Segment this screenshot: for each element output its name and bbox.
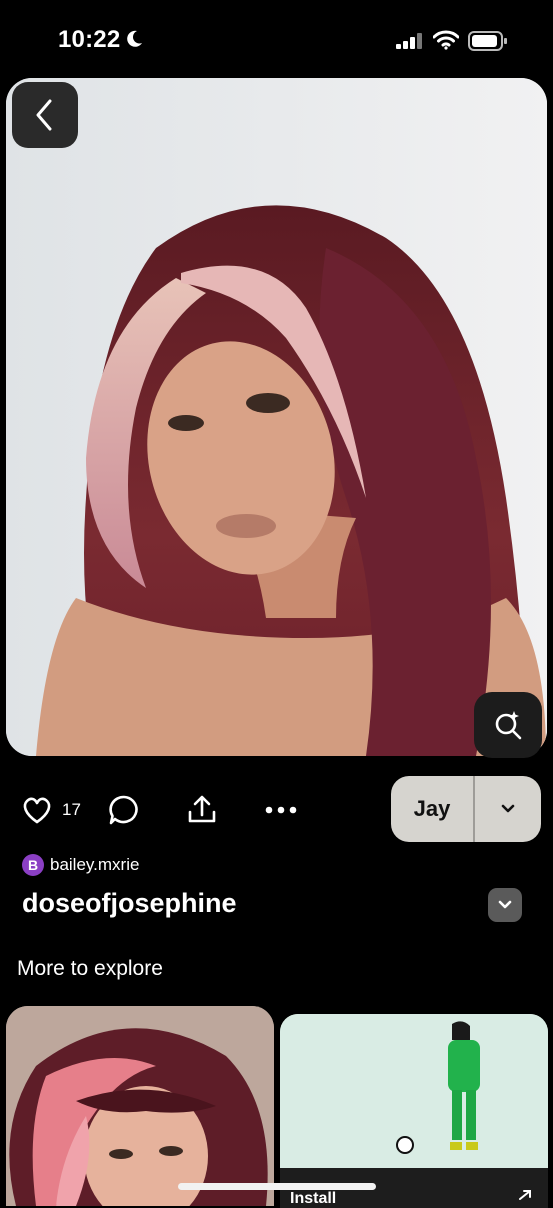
wifi-icon bbox=[433, 30, 459, 50]
heart-icon bbox=[23, 797, 51, 824]
save-board-button[interactable]: Jay bbox=[391, 776, 475, 842]
avatar[interactable]: B bbox=[22, 854, 44, 876]
home-indicator[interactable] bbox=[178, 1183, 376, 1190]
chevron-left-icon bbox=[36, 99, 52, 131]
status-time: 10:22 bbox=[58, 26, 121, 53]
expand-details-button[interactable] bbox=[488, 888, 522, 922]
back-button[interactable] bbox=[12, 82, 78, 148]
install-button[interactable]: Install bbox=[290, 1190, 336, 1208]
board-dropdown-button[interactable] bbox=[475, 776, 541, 842]
like-button[interactable] bbox=[20, 793, 54, 827]
like-count: 17 bbox=[62, 800, 81, 819]
portrait-photo bbox=[6, 78, 547, 756]
pin-image[interactable] bbox=[6, 78, 547, 756]
share-button[interactable] bbox=[184, 792, 220, 828]
save-to-board-control: Jay bbox=[391, 776, 541, 842]
feed-ad-image bbox=[280, 1014, 548, 1168]
share-icon bbox=[188, 795, 216, 823]
cellular-signal-icon bbox=[396, 33, 422, 49]
visual-search-button[interactable] bbox=[474, 692, 542, 758]
feed-pin-image bbox=[6, 1006, 274, 1206]
comment-button[interactable] bbox=[106, 792, 142, 828]
chevron-down-icon bbox=[501, 804, 515, 813]
visual-search-icon bbox=[495, 711, 522, 740]
battery-icon bbox=[468, 31, 507, 51]
more-to-explore-heading: More to explore bbox=[17, 957, 163, 980]
more-options-button[interactable] bbox=[262, 796, 300, 824]
chevron-down-icon bbox=[498, 900, 512, 909]
feed-ad-card[interactable] bbox=[280, 1014, 548, 1168]
uploader-name[interactable]: bailey.mxrie bbox=[50, 855, 139, 875]
feed-pin-card[interactable] bbox=[6, 1006, 274, 1206]
more-dots-icon bbox=[265, 806, 297, 814]
external-link-icon[interactable] bbox=[516, 1190, 534, 1200]
moon-icon bbox=[127, 30, 142, 47]
board-title[interactable]: doseofjosephine bbox=[22, 888, 237, 919]
comment-icon bbox=[109, 795, 138, 825]
